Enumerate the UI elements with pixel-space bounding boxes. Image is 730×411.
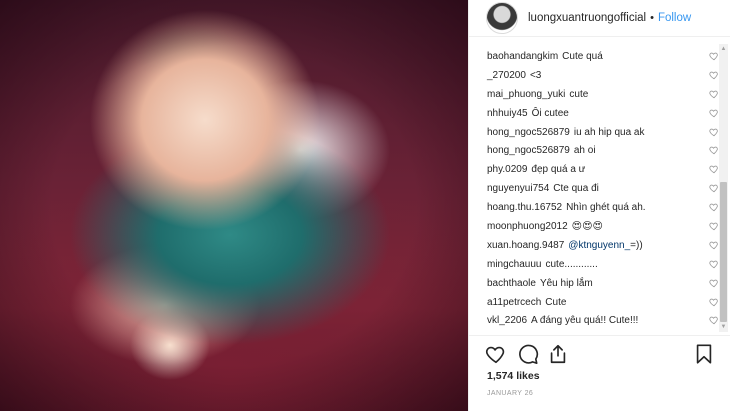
comment-text: A đáng yêu quá!! Cute!!! <box>531 315 639 327</box>
username-text[interactable]: luongxuantruong <box>528 12 614 24</box>
comment-list: baohandangkim Cute quá _270200 <3 mai_phuong… <box>469 47 719 330</box>
comment-username[interactable]: vkl_2206 <box>487 315 527 326</box>
comment-text: Cute <box>545 296 567 308</box>
comment-row: hoang.thu.16752 Nhìn ghét quá ah. <box>469 198 719 217</box>
comment-row: phy.0209 đẹp quá a ư <box>469 160 719 179</box>
comment-username[interactable]: bachthaole <box>487 278 536 289</box>
comment-row: mingchauuu cute............ <box>469 255 719 274</box>
comment-text: đẹp quá a ư <box>531 164 586 176</box>
comment-username[interactable]: baohandangkim <box>487 51 558 62</box>
comment-row: bachthaole Yêu hip lắm <box>469 274 719 293</box>
heart-outline-icon[interactable] <box>485 343 507 365</box>
comment-mention[interactable]: @ktnguyenn_ <box>568 240 630 251</box>
username-suffix[interactable]: official <box>614 12 646 24</box>
comment-like-heart-icon[interactable] <box>709 51 719 61</box>
scroll-up-arrow-icon[interactable]: ▲ <box>719 44 728 54</box>
comment-like-heart-icon[interactable] <box>709 202 719 212</box>
comment-bubble-icon[interactable] <box>517 343 539 365</box>
comment-text: cute............ <box>545 258 598 270</box>
comment-text: =)) <box>630 239 643 251</box>
comment-text: Cute quá <box>562 50 603 62</box>
comment-row: vkl_2206 A đáng yêu quá!! Cute!!! <box>469 311 719 330</box>
comment-like-heart-icon[interactable] <box>709 89 719 99</box>
comment-username[interactable]: mingchauuu <box>487 259 541 270</box>
comment-text: Ôi cutee <box>531 107 569 119</box>
separator-dot: • <box>650 12 654 24</box>
comment-row: baohandangkim Cute quá <box>469 47 719 66</box>
comment-like-heart-icon[interactable] <box>709 164 719 174</box>
comment-like-heart-icon[interactable] <box>709 70 719 80</box>
comment-username[interactable]: nguyenyui754 <box>487 183 549 194</box>
follow-button[interactable]: Follow <box>658 12 691 24</box>
post-photo[interactable] <box>0 0 468 411</box>
scrollbar-thumb[interactable] <box>720 182 727 322</box>
comment-row: nhhuiy45 Ôi cutee <box>469 104 719 123</box>
avatar[interactable] <box>486 2 518 34</box>
comment-text: Yêu hip lắm <box>539 277 593 289</box>
comment-row: nguyenyui754 Cte qua đi <box>469 179 719 198</box>
comment-row: mai_phuong_yuki cute <box>469 85 719 104</box>
comment-like-heart-icon[interactable] <box>709 278 719 288</box>
comment-username[interactable]: phy.0209 <box>487 164 527 175</box>
comment-row: hong_ngoc526879 ah oi <box>469 141 719 160</box>
comment-like-heart-icon[interactable] <box>709 145 719 155</box>
comment-text: ah oi <box>573 145 596 157</box>
comment-username[interactable]: moonphuong2012 <box>487 221 568 232</box>
comment-text: Cte qua đi <box>553 183 599 195</box>
likes-count[interactable]: 1,574 likes <box>487 370 540 382</box>
comment-like-heart-icon[interactable] <box>709 108 719 118</box>
comments-scrollbar[interactable]: ▲ ▼ <box>719 44 728 332</box>
post-date: JANUARY 26 <box>487 390 534 397</box>
comment-username[interactable]: nhhuiy45 <box>487 108 528 119</box>
comment-row: _270200 <3 <box>469 66 719 85</box>
comment-like-heart-icon[interactable] <box>709 127 719 137</box>
share-arrow-icon[interactable] <box>547 343 569 365</box>
comment-like-heart-icon[interactable] <box>709 183 719 193</box>
comment-username[interactable]: _270200 <box>487 70 526 81</box>
comment-row: xuan.hoang.9487 @ktnguyenn_ =)) <box>469 236 719 255</box>
post-header: luongxuantruongofficial • Follow <box>469 0 730 37</box>
comment-like-heart-icon[interactable] <box>709 315 719 325</box>
scroll-down-arrow-icon[interactable]: ▼ <box>719 322 728 332</box>
comment-text: Nhìn ghét quá ah. <box>566 202 646 214</box>
comment-username[interactable]: a11petrcech <box>487 297 541 308</box>
comment-username[interactable]: xuan.hoang.9487 <box>487 240 564 251</box>
post-side-panel: luongxuantruongofficial • Follow baohand… <box>468 0 730 411</box>
comment-text: 😍😍😍 <box>571 220 603 232</box>
comment-row: a11petrcech Cute <box>469 293 719 312</box>
comment-text: iu ah hip qua ak <box>573 126 645 138</box>
comment-like-heart-icon[interactable] <box>709 221 719 231</box>
comment-like-heart-icon[interactable] <box>709 297 719 307</box>
comment-username[interactable]: hong_ngoc526879 <box>487 127 570 138</box>
comment-text: <3 <box>529 69 542 81</box>
bookmark-icon[interactable] <box>693 343 715 365</box>
comment-row: moonphuong2012 😍😍😍 <box>469 217 719 236</box>
action-bar <box>485 343 717 367</box>
comment-row: hong_ngoc526879 iu ah hip qua ak <box>469 123 719 142</box>
username-link[interactable]: luongxuantruongofficial <box>528 12 646 24</box>
comment-username[interactable]: hoang.thu.16752 <box>487 202 562 213</box>
actions-divider <box>469 335 730 336</box>
comment-text: cute <box>569 88 589 100</box>
comment-like-heart-icon[interactable] <box>709 259 719 269</box>
comment-username[interactable]: hong_ngoc526879 <box>487 145 570 156</box>
comment-username[interactable]: mai_phuong_yuki <box>487 89 565 100</box>
comment-like-heart-icon[interactable] <box>709 240 719 250</box>
